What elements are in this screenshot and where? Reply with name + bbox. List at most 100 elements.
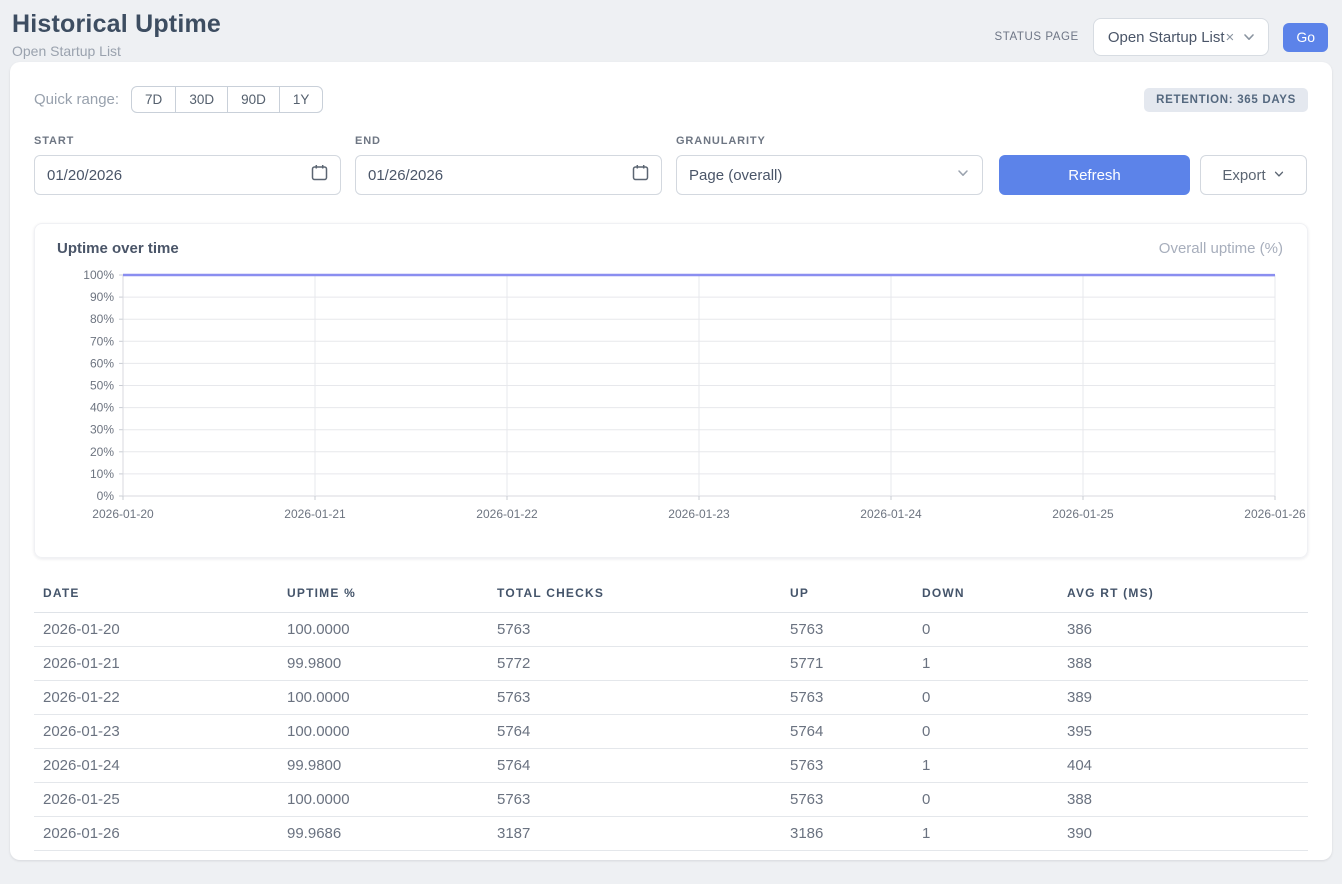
column-header: TOTAL CHECKS xyxy=(488,582,781,613)
uptime-chart-card: Uptime over time Overall uptime (%) 0% 10… xyxy=(34,223,1308,558)
table-cell: 5763 xyxy=(781,783,913,817)
table-cell: 388 xyxy=(1058,647,1308,681)
end-date-input[interactable]: 01/26/2026 xyxy=(355,155,662,195)
uptime-table: DATEUPTIME %TOTAL CHECKSUPDOWNAVG RT (MS… xyxy=(34,582,1308,851)
svg-text:10%: 10% xyxy=(90,467,114,481)
table-cell: 5763 xyxy=(781,681,913,715)
table-cell: 5763 xyxy=(488,681,781,715)
svg-text:70%: 70% xyxy=(90,334,114,348)
top-header: Historical Uptime Open Startup List STAT… xyxy=(0,0,1342,62)
calendar-icon[interactable] xyxy=(311,164,328,186)
table-cell: 5763 xyxy=(488,783,781,817)
table-cell: 390 xyxy=(1058,817,1308,851)
granularity-field-group: GRANULARITY Page (overall) xyxy=(676,135,983,195)
quick-range-label: Quick range: xyxy=(34,91,119,108)
granularity-label: GRANULARITY xyxy=(676,135,983,147)
table-cell: 1 xyxy=(913,817,1058,851)
end-date-value: 01/26/2026 xyxy=(368,167,443,184)
table-cell: 5764 xyxy=(488,715,781,749)
svg-text:100%: 100% xyxy=(83,268,114,282)
table-cell: 3187 xyxy=(488,817,781,851)
calendar-icon[interactable] xyxy=(632,164,649,186)
quick-range-30d[interactable]: 30D xyxy=(175,86,228,113)
start-date-value: 01/20/2026 xyxy=(47,167,122,184)
table-cell: 2026-01-21 xyxy=(34,647,278,681)
table-cell: 100.0000 xyxy=(278,715,488,749)
table-cell: 5772 xyxy=(488,647,781,681)
svg-text:60%: 60% xyxy=(90,356,114,370)
svg-text:2026-01-26: 2026-01-26 xyxy=(1244,507,1306,521)
svg-text:2026-01-22: 2026-01-22 xyxy=(476,507,538,521)
svg-text:2026-01-25: 2026-01-25 xyxy=(1052,507,1114,521)
status-page-label: STATUS PAGE xyxy=(995,31,1079,43)
go-button[interactable]: Go xyxy=(1283,23,1328,52)
refresh-button[interactable]: Refresh xyxy=(999,155,1190,195)
svg-text:90%: 90% xyxy=(90,290,114,304)
table-cell: 386 xyxy=(1058,613,1308,647)
table-cell: 395 xyxy=(1058,715,1308,749)
start-date-input[interactable]: 01/20/2026 xyxy=(34,155,341,195)
column-header: UP xyxy=(781,582,913,613)
chart-title: Uptime over time xyxy=(57,240,179,257)
svg-text:2026-01-21: 2026-01-21 xyxy=(284,507,346,521)
table-row: 2026-01-23100.0000576457640395 xyxy=(34,715,1308,749)
table-row: 2026-01-20100.0000576357630386 xyxy=(34,613,1308,647)
table-cell: 99.9800 xyxy=(278,749,488,783)
table-cell: 5764 xyxy=(781,715,913,749)
table-cell: 5763 xyxy=(781,613,913,647)
table-cell: 99.9686 xyxy=(278,817,488,851)
quick-range-group: 7D30D90D1Y xyxy=(131,86,323,113)
svg-text:50%: 50% xyxy=(90,379,114,393)
table-row: 2026-01-2199.9800577257711388 xyxy=(34,647,1308,681)
table-cell: 2026-01-23 xyxy=(34,715,278,749)
table-row: 2026-01-2699.9686318731861390 xyxy=(34,817,1308,851)
filters-row: START 01/20/2026 END 01/26/2026 GRANULAR… xyxy=(34,135,1308,195)
table-cell: 0 xyxy=(913,681,1058,715)
start-date-label: START xyxy=(34,135,341,147)
quick-range-row: Quick range: 7D30D90D1Y RETENTION: 365 D… xyxy=(34,86,1308,113)
main-card: Quick range: 7D30D90D1Y RETENTION: 365 D… xyxy=(10,62,1332,860)
export-button[interactable]: Export xyxy=(1200,155,1307,195)
table-row: 2026-01-22100.0000576357630389 xyxy=(34,681,1308,715)
page-title: Historical Uptime xyxy=(12,10,221,39)
table-cell: 100.0000 xyxy=(278,613,488,647)
table-cell: 2026-01-22 xyxy=(34,681,278,715)
chevron-down-icon xyxy=(1273,167,1285,184)
status-page-selected-value: Open Startup List xyxy=(1108,29,1225,46)
table-cell: 1 xyxy=(913,647,1058,681)
table-cell: 0 xyxy=(913,783,1058,817)
page-subtitle: Open Startup List xyxy=(12,43,221,59)
svg-text:0%: 0% xyxy=(97,489,115,503)
status-page-select[interactable]: Open Startup List × xyxy=(1093,18,1270,56)
granularity-select[interactable]: Page (overall) xyxy=(676,155,983,195)
chevron-down-icon xyxy=(956,166,970,185)
quick-range-90d[interactable]: 90D xyxy=(227,86,280,113)
granularity-selected-value: Page (overall) xyxy=(689,167,782,184)
chevron-down-icon xyxy=(1242,30,1256,44)
uptime-line-chart: 0%10%20%30%40%50%60%70%80%90%100%2026-01… xyxy=(57,265,1283,532)
svg-text:80%: 80% xyxy=(90,312,114,326)
table-cell: 0 xyxy=(913,613,1058,647)
column-header: DATE xyxy=(34,582,278,613)
quick-range-7d[interactable]: 7D xyxy=(131,86,176,113)
table-cell: 1 xyxy=(913,749,1058,783)
quick-range-1y[interactable]: 1Y xyxy=(279,86,324,113)
table-cell: 5763 xyxy=(488,613,781,647)
table-cell: 389 xyxy=(1058,681,1308,715)
clear-selection-icon[interactable]: × xyxy=(1226,29,1235,46)
start-date-field-group: START 01/20/2026 xyxy=(34,135,341,195)
table-cell: 388 xyxy=(1058,783,1308,817)
table-cell: 5763 xyxy=(781,749,913,783)
column-header: DOWN xyxy=(913,582,1058,613)
table-row: 2026-01-2499.9800576457631404 xyxy=(34,749,1308,783)
table-cell: 100.0000 xyxy=(278,681,488,715)
table-cell: 2026-01-20 xyxy=(34,613,278,647)
uptime-table-section: DATEUPTIME %TOTAL CHECKSUPDOWNAVG RT (MS… xyxy=(34,582,1308,851)
table-cell: 2026-01-26 xyxy=(34,817,278,851)
chart-legend-label: Overall uptime (%) xyxy=(1159,240,1283,257)
table-cell: 0 xyxy=(913,715,1058,749)
svg-text:2026-01-20: 2026-01-20 xyxy=(92,507,154,521)
table-cell: 404 xyxy=(1058,749,1308,783)
end-date-field-group: END 01/26/2026 xyxy=(355,135,662,195)
export-button-label: Export xyxy=(1222,167,1265,184)
